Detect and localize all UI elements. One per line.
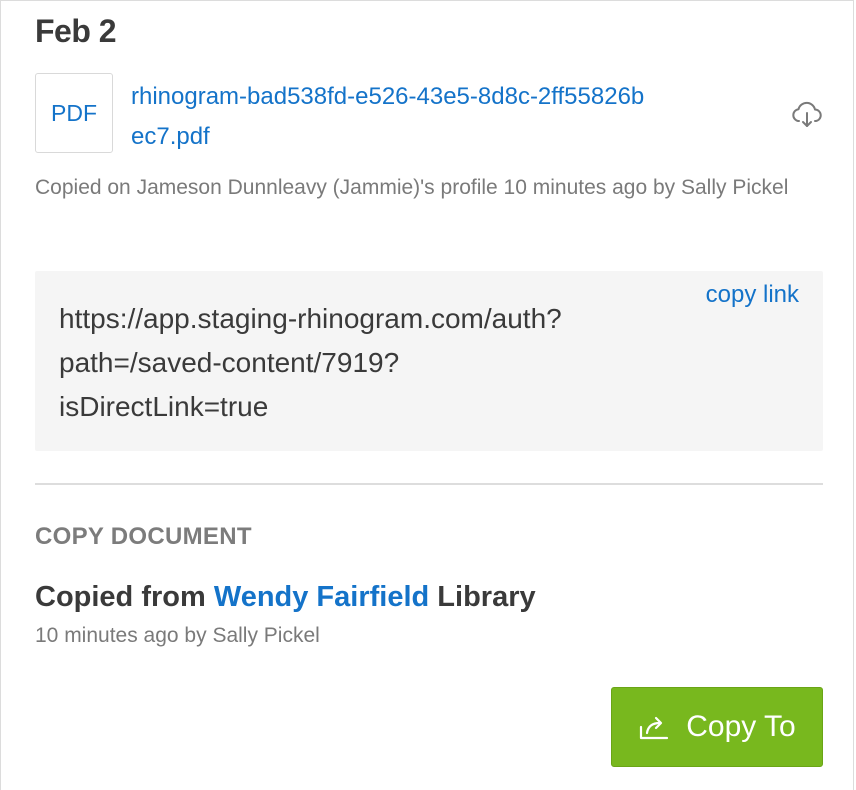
copied-from-prefix: Copied from	[35, 581, 214, 613]
copied-from-suffix: Library	[429, 581, 536, 613]
file-activity-meta: Copied on Jameson Dunnleavy (Jammie)'s p…	[35, 176, 789, 199]
pdf-thumbnail[interactable]: PDF	[35, 73, 113, 153]
direct-link-url: https://app.staging-rhinogram.com/auth?p…	[59, 303, 562, 422]
copy-to-label: Copy To	[686, 710, 796, 743]
copy-link-button[interactable]: copy link	[706, 281, 799, 309]
file-row: PDF rhinogram-bad538fd-e526-43e5-8d8c-2f…	[35, 73, 823, 155]
copy-document-heading: COPY DOCUMENT	[35, 523, 252, 550]
share-arrow-icon	[640, 716, 669, 740]
direct-link-box: https://app.staging-rhinogram.com/auth?p…	[35, 271, 823, 451]
copied-from-line: Copied from Wendy Fairfield Library	[35, 581, 536, 614]
library-owner-link[interactable]: Wendy Fairfield	[214, 581, 429, 613]
section-divider	[35, 483, 823, 485]
file-name-link[interactable]: rhinogram-bad538fd-e526-43e5-8d8c-2ff558…	[131, 77, 651, 157]
saved-content-panel: Feb 2 PDF rhinogram-bad538fd-e526-43e5-8…	[0, 0, 854, 790]
copied-time-meta: 10 minutes ago by Sally Pickel	[35, 624, 320, 647]
copy-to-button[interactable]: Copy To	[611, 687, 823, 767]
cloud-download-icon[interactable]	[791, 101, 823, 129]
date-heading: Feb 2	[35, 13, 117, 49]
